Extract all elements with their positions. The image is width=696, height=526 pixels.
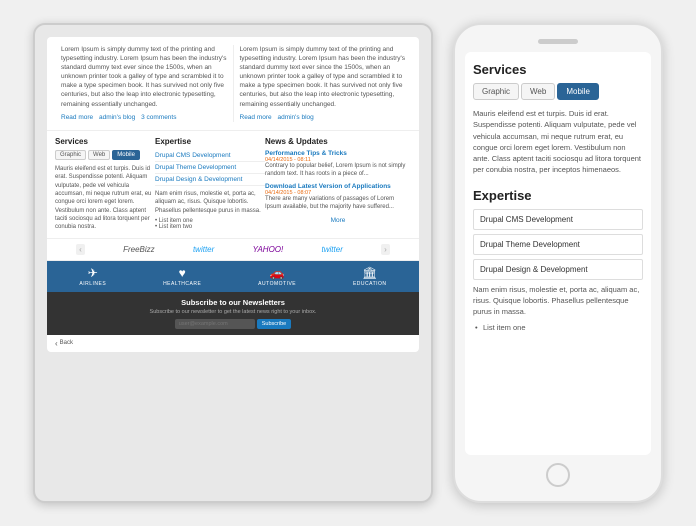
expertise-item-3[interactable]: Drupal Design & Development <box>155 174 265 186</box>
newsletter-subtitle: Subscribe to our newsletter to get the l… <box>57 309 409 315</box>
tab-web[interactable]: Web <box>88 150 110 160</box>
airlines-icon: ✈ <box>88 266 98 280</box>
news-item-1-title[interactable]: Performance Tips & Tricks <box>265 150 411 157</box>
main-container: Lorem Ipsum is simply dummy text of the … <box>13 3 683 523</box>
article-1: Lorem Ipsum is simply dummy text of the … <box>55 45 234 122</box>
nav-airlines[interactable]: ✈ AIRLINES <box>79 266 106 287</box>
back-link[interactable]: ‹ Back <box>47 335 419 352</box>
expertise-list-item-2: • List item two <box>155 224 265 230</box>
phone-home-button[interactable] <box>546 463 570 487</box>
news-item-1-text: Contrary to popular belief, Lorem Ipsum … <box>265 163 411 179</box>
expertise-title: Expertise <box>155 137 265 146</box>
newsletter-email-input[interactable] <box>175 319 255 329</box>
phone-device: Services Graphic Web Mobile Mauris eleif… <box>453 23 663 503</box>
newsletter-title: Subscribe to our Newsletters <box>57 298 409 307</box>
phone-services-title: Services <box>473 62 643 77</box>
read-more-link-1[interactable]: Read more <box>61 114 93 121</box>
logo-twitter-2: twitter <box>322 245 343 254</box>
expertise-body: Nam enim risus, molestie et, porta ac, a… <box>155 190 265 215</box>
article-1-links: Read more admin's blog 3 comments <box>61 113 227 122</box>
more-link[interactable]: More <box>265 217 411 224</box>
tablet-device: Lorem Ipsum is simply dummy text of the … <box>33 23 433 503</box>
back-chevron-icon: ‹ <box>55 339 58 348</box>
tab-graphic[interactable]: Graphic <box>55 150 86 160</box>
airlines-label: AIRLINES <box>79 281 106 287</box>
admin-blog-link-2[interactable]: admin's blog <box>277 114 313 121</box>
article-2: Lorem Ipsum is simply dummy text of the … <box>234 45 412 122</box>
article-2-text: Lorem Ipsum is simply dummy text of the … <box>240 45 406 109</box>
logo-freebizz: FreeBizz <box>123 245 155 254</box>
newsletter-subscribe-button[interactable]: Subscribe <box>257 319 291 329</box>
newsletter-section: Subscribe to our Newsletters Subscribe t… <box>47 292 419 335</box>
logo-yahoo: YAHOO! <box>253 245 284 254</box>
phone-expertise-body: Nam enim risus, molestie et, porta ac, a… <box>473 284 643 318</box>
back-label: Back <box>60 340 73 346</box>
healthcare-label: HEALTHCARE <box>163 281 201 287</box>
tablet-screen: Lorem Ipsum is simply dummy text of the … <box>47 37 419 352</box>
news-item-2-text: There are many variations of passages of… <box>265 196 411 212</box>
comments-link-1[interactable]: 3 comments <box>141 114 176 121</box>
education-icon: 🏛 <box>362 266 377 280</box>
expertise-list: • List item one • List item two <box>155 218 265 230</box>
news-item-2: Download Latest Version of Applications … <box>265 183 411 212</box>
healthcare-icon: ♥ <box>179 266 186 280</box>
logos-prev-arrow[interactable]: ‹ <box>76 244 85 255</box>
services-column: Services Graphic Web Mobile Mauris eleif… <box>55 137 155 232</box>
phone-expertise-item-3[interactable]: Drupal Design & Development <box>473 259 643 280</box>
phone-speaker <box>538 39 578 44</box>
news-column: News & Updates Performance Tips & Tricks… <box>265 137 411 232</box>
phone-screen: Services Graphic Web Mobile Mauris eleif… <box>465 52 651 455</box>
phone-services-body: Mauris eleifend est et turpis. Duis id e… <box>473 108 643 176</box>
phone-tab-graphic[interactable]: Graphic <box>473 83 519 100</box>
article-2-links: Read more admin's blog <box>240 113 406 122</box>
automotive-icon: 🚗 <box>270 266 285 280</box>
services-body: Mauris eleifend est et turpis. Duis id e… <box>55 165 155 232</box>
services-title: Services <box>55 137 155 146</box>
nav-automotive[interactable]: 🚗 AUTOMOTIVE <box>258 266 296 287</box>
automotive-label: AUTOMOTIVE <box>258 281 296 287</box>
tab-mobile[interactable]: Mobile <box>112 150 140 160</box>
phone-tab-web[interactable]: Web <box>521 83 555 100</box>
nav-education[interactable]: 🏛 EDUCATION <box>353 266 387 287</box>
tablet-content: Lorem Ipsum is simply dummy text of the … <box>47 37 419 352</box>
phone-services-tabs: Graphic Web Mobile <box>473 83 643 100</box>
read-more-link-2[interactable]: Read more <box>240 114 272 121</box>
newsletter-form: Subscribe <box>57 319 409 329</box>
news-item-2-title[interactable]: Download Latest Version of Applications <box>265 183 411 190</box>
main-content: Services Graphic Web Mobile Mauris eleif… <box>47 131 419 238</box>
phone-expertise-title: Expertise <box>473 188 643 203</box>
expertise-item-1[interactable]: Drupal CMS Development <box>155 150 265 162</box>
news-title: News & Updates <box>265 137 411 146</box>
phone-tab-mobile[interactable]: Mobile <box>557 83 599 100</box>
articles-row: Lorem Ipsum is simply dummy text of the … <box>47 37 419 131</box>
expertise-item-2[interactable]: Drupal Theme Development <box>155 162 265 174</box>
logos-row: ‹ FreeBizz twitter YAHOO! twitter › <box>47 238 419 261</box>
news-item-1: Performance Tips & Tricks 04/14/2015 - 0… <box>265 150 411 179</box>
services-tabs: Graphic Web Mobile <box>55 150 155 160</box>
phone-list-item-1: List item one <box>473 323 643 332</box>
nav-healthcare[interactable]: ♥ HEALTHCARE <box>163 266 201 287</box>
education-label: EDUCATION <box>353 281 387 287</box>
admin-blog-link-1[interactable]: admin's blog <box>99 114 135 121</box>
bottom-nav: ✈ AIRLINES ♥ HEALTHCARE 🚗 AUTOMOTIVE 🏛 E… <box>47 261 419 292</box>
logos-next-arrow[interactable]: › <box>381 244 390 255</box>
article-1-text: Lorem Ipsum is simply dummy text of the … <box>61 45 227 109</box>
phone-expertise-item-2[interactable]: Drupal Theme Development <box>473 234 643 255</box>
expertise-column: Expertise Drupal CMS Development Drupal … <box>155 137 265 232</box>
logo-twitter-1: twitter <box>193 245 214 254</box>
phone-expertise-item-1[interactable]: Drupal CMS Development <box>473 209 643 230</box>
